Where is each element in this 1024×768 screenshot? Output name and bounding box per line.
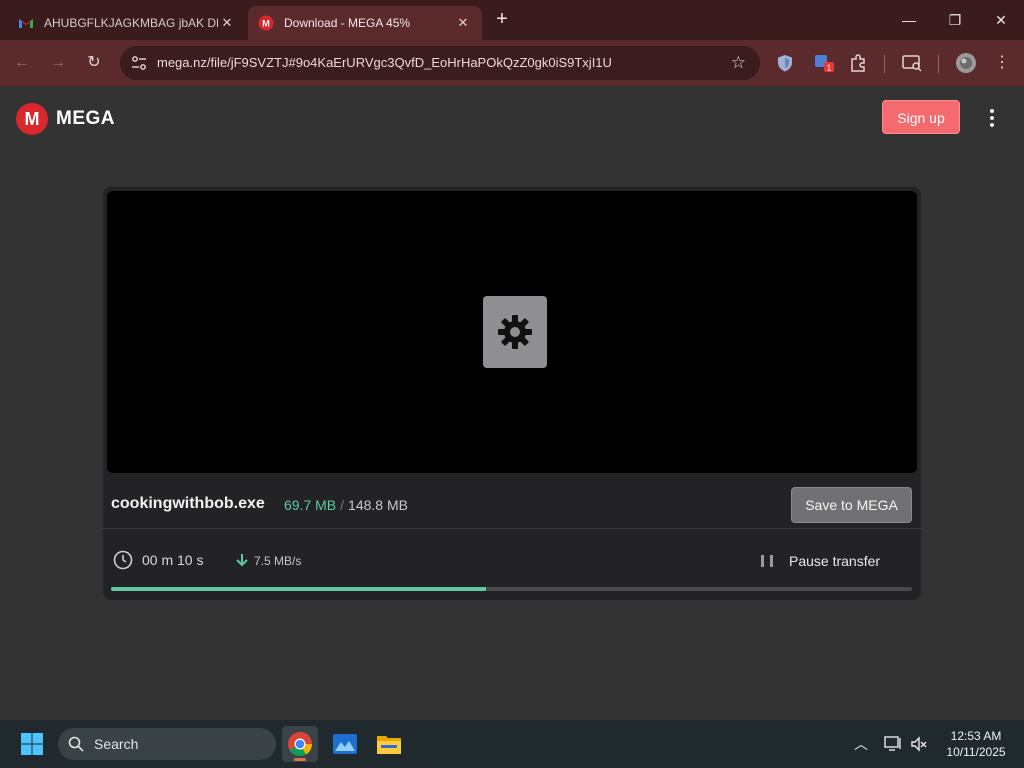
file-info-row: cookingwithbob.exe 69.7 MB/148.8 MB Save… bbox=[103, 477, 921, 529]
forward-icon[interactable]: → bbox=[47, 52, 69, 74]
tab-mega-download[interactable]: M Download - MEGA 45% ✕ bbox=[248, 6, 482, 40]
folder-icon bbox=[377, 736, 401, 754]
download-card: cookingwithbob.exe 69.7 MB/148.8 MB Save… bbox=[103, 187, 921, 600]
minimize-icon[interactable]: — bbox=[894, 8, 924, 32]
show-hidden-icons-chevron-icon[interactable]: ︿ bbox=[851, 734, 871, 754]
svg-text:M: M bbox=[262, 19, 270, 29]
site-settings-icon[interactable] bbox=[131, 55, 147, 71]
browser-tab-strip: AHUBGFLKJAGKMBAG jbAK DN ✕ M Download - … bbox=[0, 0, 1024, 40]
mega-logo-text: MEGA bbox=[56, 108, 115, 129]
file-size: 69.7 MB/148.8 MB bbox=[284, 497, 408, 513]
windows-start-icon[interactable] bbox=[20, 732, 44, 756]
extensions-puzzle-icon[interactable] bbox=[848, 53, 868, 73]
reload-icon[interactable]: ↻ bbox=[83, 52, 105, 74]
bookmark-star-icon[interactable]: ☆ bbox=[731, 53, 746, 73]
clock-date: 10/11/2025 bbox=[946, 745, 1006, 759]
browser-menu-icon[interactable]: ⋮ bbox=[991, 52, 1013, 74]
file-name: cookingwithbob.exe bbox=[111, 495, 265, 512]
profile-avatar-icon[interactable] bbox=[955, 52, 977, 74]
close-window-icon[interactable]: ✕ bbox=[986, 8, 1016, 32]
chrome-icon bbox=[288, 732, 312, 757]
size-separator: / bbox=[340, 497, 345, 513]
svg-text:1: 1 bbox=[827, 64, 832, 73]
back-icon[interactable]: ← bbox=[11, 52, 33, 74]
download-progress-fill bbox=[111, 587, 486, 591]
clock-time: 12:53 AM bbox=[950, 729, 1002, 743]
toolbar-divider bbox=[938, 55, 939, 73]
pause-transfer-button[interactable]: Pause transfer bbox=[761, 551, 880, 571]
mega-logo[interactable]: M MEGA bbox=[16, 103, 115, 135]
tab-title: Download - MEGA 45% bbox=[284, 16, 411, 30]
transfer-status-row: 00 m 10 s 7.5 MB/s Pause transfer bbox=[103, 530, 921, 590]
gear-icon bbox=[498, 315, 532, 349]
shield-extension-icon[interactable] bbox=[775, 53, 795, 73]
taskbar-chrome[interactable] bbox=[282, 726, 318, 762]
search-icon bbox=[68, 736, 84, 752]
close-tab-icon[interactable]: ✕ bbox=[218, 15, 236, 31]
active-app-indicator bbox=[294, 758, 306, 761]
download-progress-bar bbox=[111, 587, 912, 591]
gmail-icon bbox=[19, 19, 33, 28]
taskbar-clock[interactable]: 12:53 AM 10/11/2025 bbox=[938, 728, 1014, 760]
more-options-icon[interactable] bbox=[982, 106, 1002, 132]
tab-title: AHUBGFLKJAGKMBAG jbAK DN bbox=[44, 16, 218, 30]
taskbar-file-explorer[interactable] bbox=[371, 726, 407, 762]
time-remaining: 00 m 10 s bbox=[142, 552, 204, 568]
new-tab-button[interactable]: + bbox=[490, 9, 514, 31]
tab-search-icon[interactable] bbox=[901, 53, 923, 73]
photos-icon bbox=[333, 734, 357, 754]
clock-icon bbox=[113, 550, 133, 570]
pause-icon bbox=[761, 555, 773, 567]
tab-gmail[interactable]: AHUBGFLKJAGKMBAG jbAK DN ✕ bbox=[8, 6, 246, 40]
windows-taskbar: Search ︿ 12:53 AM 10/11/2025 bbox=[0, 720, 1024, 768]
pause-transfer-label: Pause transfer bbox=[789, 553, 881, 569]
restore-icon[interactable]: ❐ bbox=[940, 8, 970, 32]
browser-toolbar: ← → ↻ mega.nz/file/jF9SVZTJ#9o4KaErURVgc… bbox=[0, 40, 1024, 86]
save-to-mega-button[interactable]: Save to MEGA bbox=[791, 487, 912, 523]
mega-logo-mark: M bbox=[16, 103, 48, 135]
search-label: Search bbox=[94, 736, 139, 752]
close-tab-icon[interactable]: ✕ bbox=[454, 15, 472, 31]
mega-icon: M bbox=[258, 15, 274, 31]
volume-muted-icon[interactable] bbox=[909, 734, 929, 754]
url-text: mega.nz/file/jF9SVZTJ#9o4KaErURVgc3QvfD_… bbox=[157, 55, 612, 70]
network-display-icon[interactable] bbox=[883, 734, 903, 754]
sign-up-button[interactable]: Sign up bbox=[882, 100, 960, 134]
mega-download-page: M MEGA Sign up cookingwithbob.exe 69.7 M… bbox=[0, 86, 1024, 720]
address-bar[interactable]: mega.nz/file/jF9SVZTJ#9o4KaErURVgc3QvfD_… bbox=[120, 46, 760, 80]
extension-badge-icon[interactable]: 1 bbox=[812, 52, 834, 74]
total-size: 148.8 MB bbox=[348, 497, 408, 513]
downloaded-size: 69.7 MB bbox=[284, 497, 337, 513]
file-preview-area bbox=[107, 191, 917, 473]
executable-file-icon bbox=[483, 296, 547, 368]
taskbar-search[interactable]: Search bbox=[58, 728, 276, 760]
download-arrow-icon bbox=[236, 554, 248, 567]
download-speed: 7.5 MB/s bbox=[254, 554, 302, 568]
toolbar-divider bbox=[884, 55, 885, 73]
taskbar-photos[interactable] bbox=[327, 726, 363, 762]
